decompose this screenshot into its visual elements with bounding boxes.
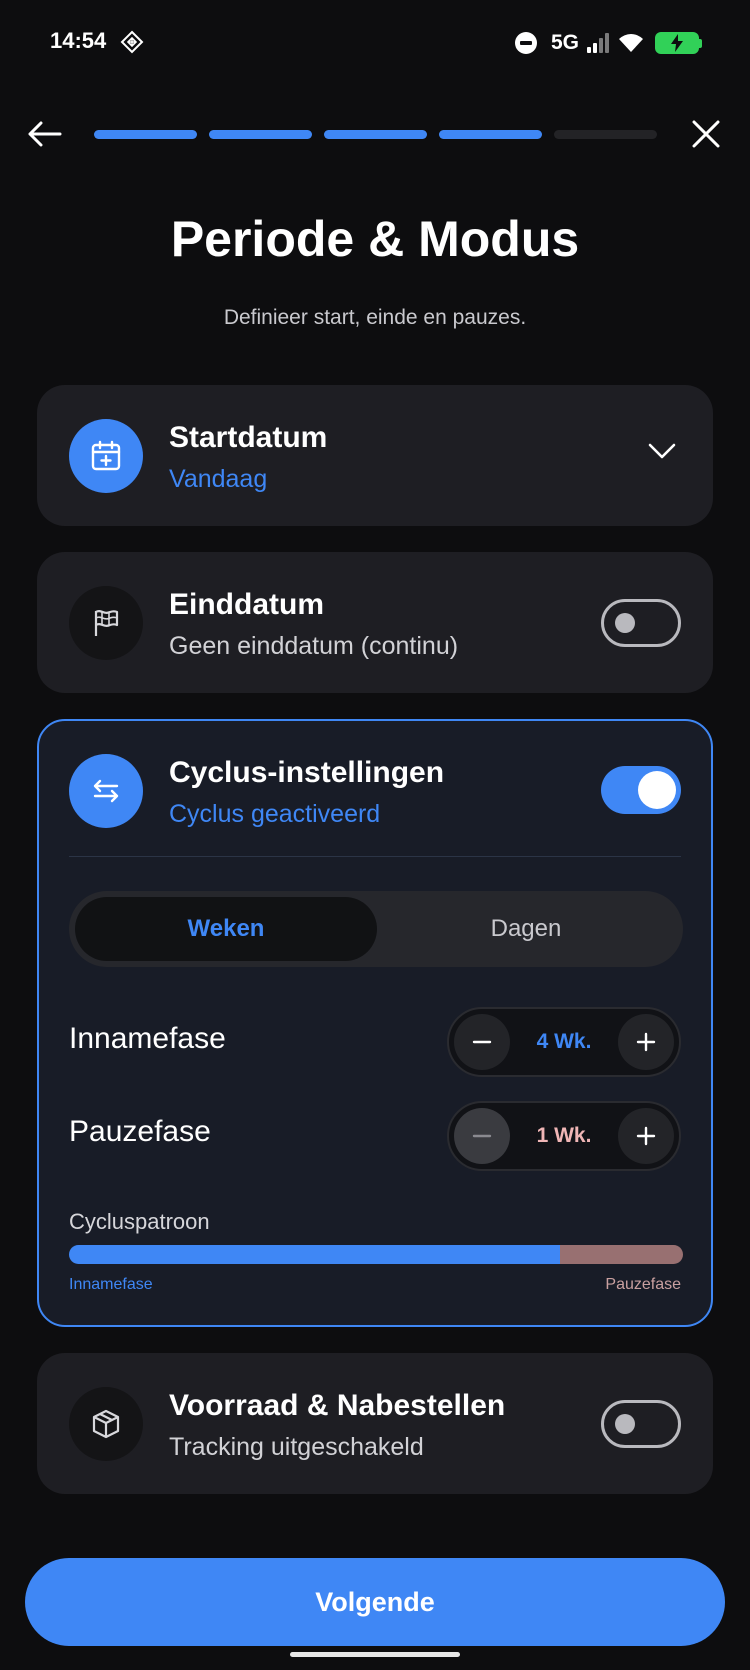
calendar-plus-icon — [91, 440, 121, 471]
progress-step-3 — [324, 130, 427, 139]
start-date-title: Startdatum — [169, 421, 328, 454]
pause-stepper: 1 Wk. — [447, 1101, 681, 1171]
battery-cap — [699, 38, 702, 48]
progress-step-4 — [439, 130, 542, 139]
cycle-pattern-intake-segment — [69, 1245, 561, 1264]
start-date-value: Vandaag — [169, 465, 268, 493]
cycle-icon-circle — [69, 754, 143, 828]
pause-decrease-button[interactable] — [454, 1108, 510, 1164]
stock-card: Voorraad & Nabestellen Tracking uitgesch… — [37, 1353, 713, 1494]
status-bar: 14:54 5G — [0, 0, 750, 88]
vpn-diamond-icon — [120, 30, 144, 54]
next-button[interactable]: Volgende — [25, 1558, 725, 1646]
end-date-icon-circle — [69, 586, 143, 660]
arrow-left-icon — [28, 121, 62, 147]
start-date-icon-circle — [69, 419, 143, 493]
status-indicators: 5G — [514, 28, 702, 58]
toggle-knob — [638, 771, 676, 809]
cycle-pattern-pause-label: Pauzefase — [605, 1276, 681, 1293]
back-button[interactable] — [24, 114, 64, 154]
toggle-knob — [615, 1414, 635, 1434]
plus-icon — [636, 1032, 656, 1052]
cycle-title: Cyclus-instellingen — [169, 756, 445, 789]
wifi-icon — [619, 34, 643, 52]
intake-increase-button[interactable] — [618, 1014, 674, 1070]
start-date-card[interactable]: Startdatum Vandaag — [37, 385, 713, 526]
stock-icon-circle — [69, 1387, 143, 1461]
unit-segmented-control: Weken Dagen — [69, 891, 683, 967]
cycle-pattern-intake-label: Innamefase — [69, 1276, 153, 1293]
cycle-settings-card: Cyclus-instellingen Cyclus geactiveerd W… — [37, 719, 713, 1327]
do-not-disturb-icon — [514, 32, 537, 54]
close-icon — [692, 120, 720, 148]
end-date-value: Geen einddatum (continu) — [169, 632, 459, 660]
intake-label: Innamefase — [69, 1022, 226, 1055]
chevron-down-icon[interactable] — [647, 439, 677, 463]
page-title: Periode & Modus — [170, 211, 580, 267]
battery-icon — [655, 32, 699, 54]
top-navigation — [0, 110, 750, 160]
toggle-knob — [615, 613, 635, 633]
close-button[interactable] — [686, 114, 726, 154]
flag-icon — [94, 610, 119, 636]
cycle-toggle[interactable] — [601, 766, 681, 814]
end-date-toggle[interactable] — [601, 599, 681, 647]
end-date-card: Einddatum Geen einddatum (continu) — [37, 552, 713, 693]
package-icon — [92, 1409, 120, 1439]
cycle-pattern-pause-segment — [560, 1245, 683, 1264]
status-time: 14:54 — [50, 28, 107, 53]
pause-label: Pauzefase — [69, 1115, 211, 1148]
end-date-title: Einddatum — [169, 588, 324, 621]
minus-icon — [472, 1134, 492, 1138]
cycle-pattern-bar — [69, 1245, 683, 1264]
plus-icon — [636, 1126, 656, 1146]
cycle-pattern-label: Cycluspatroon — [69, 1209, 210, 1234]
network-type: 5G — [550, 31, 579, 54]
intake-stepper: 4 Wk. — [447, 1007, 681, 1077]
unit-days-button[interactable]: Dagen — [375, 897, 677, 961]
page-subtitle: Definieer start, einde en pauzes. — [223, 306, 527, 329]
stock-title: Voorraad & Nabestellen — [169, 1389, 506, 1422]
progress-step-5 — [554, 130, 657, 139]
signal-icon — [587, 33, 609, 53]
stock-value: Tracking uitgeschakeld — [169, 1433, 424, 1461]
stock-toggle[interactable] — [601, 1400, 681, 1448]
pause-value: 1 Wk. — [536, 1124, 592, 1147]
home-indicator — [290, 1652, 460, 1657]
progress-step-1 — [94, 130, 197, 139]
minus-icon — [472, 1040, 492, 1044]
pause-increase-button[interactable] — [618, 1108, 674, 1164]
unit-weeks-button[interactable]: Weken — [75, 897, 377, 961]
cycle-status: Cyclus geactiveerd — [169, 800, 381, 828]
progress-step-2 — [209, 130, 312, 139]
divider — [69, 856, 681, 857]
intake-value: 4 Wk. — [536, 1030, 592, 1053]
intake-decrease-button[interactable] — [454, 1014, 510, 1070]
swap-arrows-icon — [93, 779, 119, 803]
step-progress — [94, 130, 657, 139]
